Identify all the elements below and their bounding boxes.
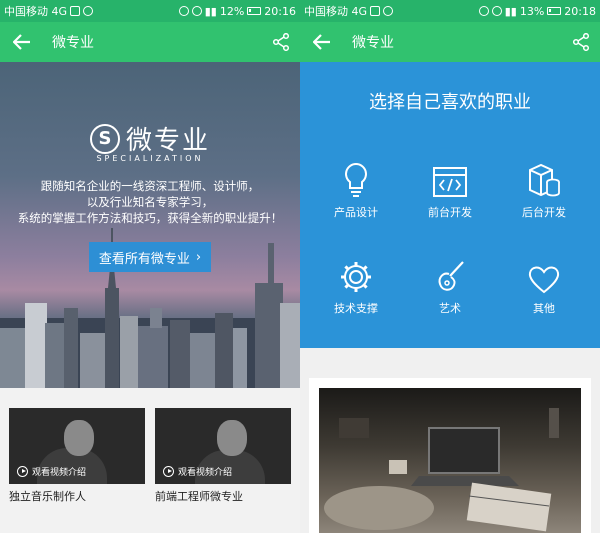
career-tech-support[interactable]: 技术支撑 xyxy=(306,254,406,316)
hero-line: 跟随知名企业的一线资深工程师、设计师， xyxy=(40,179,260,193)
gear-icon xyxy=(306,254,406,294)
chevron-right-icon: › xyxy=(195,249,202,265)
career-label: 产品设计 xyxy=(334,206,378,219)
career-art[interactable]: 艺术 xyxy=(400,254,500,316)
specialization-logo: S 微专业 xyxy=(0,120,300,157)
status-bar: 中国移动 4G ▮▮ 12% 20:16 xyxy=(0,0,300,22)
notification-icon xyxy=(83,6,94,16)
share-icon[interactable] xyxy=(562,22,600,62)
clock-time: 20:16 xyxy=(264,4,296,18)
carrier-label: 中国移动 4G xyxy=(4,5,68,18)
career-selection-panel: 选择自己喜欢的职业 产品设计 前台开发 后台开发 技术支撑 艺术 其他 xyxy=(300,62,600,348)
video-thumbnail[interactable]: 观看视频介绍 xyxy=(155,408,291,484)
career-label: 其他 xyxy=(533,302,555,315)
video-cards: 观看视频介绍 独立音乐制作人 观看视频介绍 前端工程师微专业 xyxy=(0,388,300,533)
career-label: 后台开发 xyxy=(522,206,566,219)
wifi-icon xyxy=(491,6,502,16)
app-bar: 微专业 xyxy=(0,22,300,62)
image-icon xyxy=(70,6,81,16)
view-all-specializations-button[interactable]: 查看所有微专业 › xyxy=(89,242,211,272)
cafe-laptop-photo[interactable] xyxy=(319,388,581,533)
database-icon xyxy=(494,158,594,198)
lightbulb-icon xyxy=(306,158,406,198)
signal-icon: ▮▮ xyxy=(204,4,217,18)
career-label: 前台开发 xyxy=(428,206,472,219)
back-arrow-icon[interactable] xyxy=(300,22,344,62)
hero-line: 系统的掌握工作方法和技巧，获得全新的职业提升！ xyxy=(17,211,283,225)
career-heading: 选择自己喜欢的职业 xyxy=(369,92,531,113)
hero-banner: S 微专业 SPECIALIZATION 跟随知名企业的一线资深工程师、设计师，… xyxy=(0,62,300,388)
card-title: 前端工程师微专业 xyxy=(155,490,243,503)
code-window-icon xyxy=(400,158,500,198)
button-label: 查看所有微专业 xyxy=(98,251,190,267)
screen-career-select: 中国移动 4G ▮▮ 13% 20:18 微专业 选择自己喜欢的职业 产品设计 xyxy=(300,0,600,533)
career-other[interactable]: 其他 xyxy=(494,254,594,316)
video-card[interactable]: 观看视频介绍 独立音乐制作人 xyxy=(9,408,145,504)
alarm-icon xyxy=(178,6,189,16)
career-label: 技术支撑 xyxy=(334,302,378,315)
hero-line: 以及行业知名专家学习， xyxy=(86,195,214,209)
heart-icon xyxy=(494,254,594,294)
career-label: 艺术 xyxy=(439,302,461,315)
play-icon xyxy=(17,466,28,477)
video-card[interactable]: 观看视频介绍 前端工程师微专业 xyxy=(155,408,291,504)
logo-subtitle: SPECIALIZATION xyxy=(96,154,204,163)
battery-percent: 13% xyxy=(519,4,545,18)
card-title: 独立音乐制作人 xyxy=(9,490,86,503)
career-product-design[interactable]: 产品设计 xyxy=(306,158,406,220)
page-title: 微专业 xyxy=(352,35,394,51)
screen-specialization-home: 中国移动 4G ▮▮ 12% 20:16 微专业 S 微专业 SPECIALIZ… xyxy=(0,0,300,533)
guitar-icon xyxy=(400,254,500,294)
app-bar: 微专业 xyxy=(300,22,600,62)
share-icon[interactable] xyxy=(262,22,300,62)
career-frontend[interactable]: 前台开发 xyxy=(400,158,500,220)
battery-percent: 12% xyxy=(219,4,245,18)
city-skyline-image xyxy=(0,228,300,388)
battery-icon xyxy=(247,7,262,15)
logo-s-icon: S xyxy=(89,123,120,154)
image-icon xyxy=(370,6,381,16)
video-thumbnail[interactable]: 观看视频介绍 xyxy=(9,408,145,484)
hero-description: 跟随知名企业的一线资深工程师、设计师， 以及行业知名专家学习， 系统的掌握工作方… xyxy=(0,178,300,226)
battery-icon xyxy=(547,7,562,15)
logo-text: 微专业 xyxy=(125,126,210,156)
clock-time: 20:18 xyxy=(564,4,596,18)
feature-card[interactable] xyxy=(309,378,591,533)
play-label: 观看视频介绍 xyxy=(178,468,233,478)
wifi-icon xyxy=(191,6,202,16)
page-title: 微专业 xyxy=(52,35,94,51)
career-backend[interactable]: 后台开发 xyxy=(494,158,594,220)
alarm-icon xyxy=(478,6,489,16)
back-arrow-icon[interactable] xyxy=(0,22,44,62)
play-icon xyxy=(163,466,174,477)
signal-icon: ▮▮ xyxy=(504,4,517,18)
carrier-label: 中国移动 4G xyxy=(304,5,368,18)
notification-icon xyxy=(383,6,394,16)
status-bar: 中国移动 4G ▮▮ 13% 20:18 xyxy=(300,0,600,22)
play-label: 观看视频介绍 xyxy=(32,468,87,478)
